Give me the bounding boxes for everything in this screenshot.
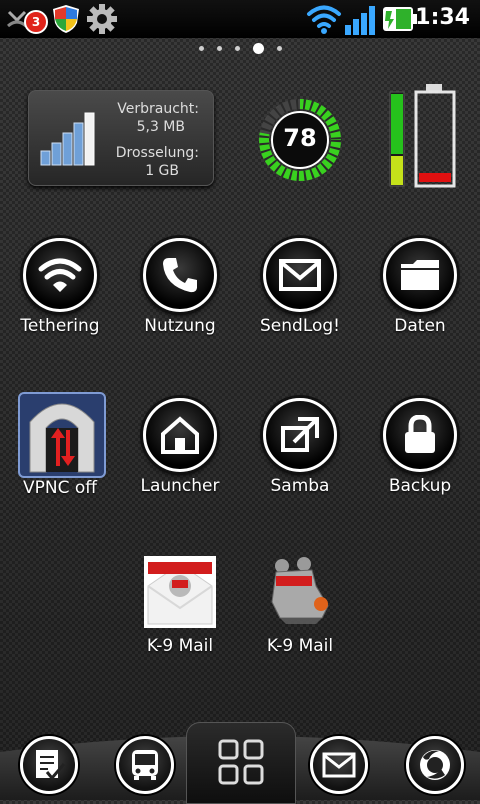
app-nutzung[interactable]: Nutzung	[120, 238, 240, 348]
shield-icon	[50, 3, 82, 39]
home-icon	[143, 398, 217, 472]
status-bar[interactable]: 3 1:34	[0, 0, 480, 38]
wifi-icon	[23, 238, 97, 312]
lock-icon	[383, 398, 457, 472]
wifi-icon	[306, 4, 342, 38]
app-label: K-9 Mail	[266, 636, 334, 656]
firefox-icon	[420, 750, 450, 780]
page-dot-active	[252, 42, 264, 54]
app-label: Nutzung	[144, 316, 216, 336]
data-usage-widget[interactable]: Verbraucht: 5,3 MB Drosselung: 1 GB	[28, 90, 214, 186]
app-vpnc[interactable]: VPNC off	[0, 392, 120, 502]
mail-icon	[322, 752, 356, 778]
page-indicator[interactable]	[0, 40, 480, 56]
app-daten[interactable]: Daten	[360, 238, 480, 348]
battery-bar-widget[interactable]	[388, 84, 464, 188]
app-k9-mail-2[interactable]: K-9 Mail	[240, 554, 360, 664]
external-window-icon	[263, 398, 337, 472]
app-sendlog[interactable]: SendLog!	[240, 238, 360, 348]
mail-icon	[263, 238, 337, 312]
clock: 1:34	[415, 5, 470, 30]
k9-mail-envelope-icon	[144, 556, 216, 628]
page-dot	[234, 45, 240, 51]
app-drawer-button[interactable]	[186, 722, 296, 804]
app-label: Backup	[388, 476, 452, 496]
used-label: Verbraucht:	[117, 101, 199, 117]
app-backup[interactable]: Backup	[360, 392, 480, 502]
app-label: SendLog!	[260, 316, 340, 336]
used-value: 5,3 MB	[136, 119, 185, 135]
dock-mail-button[interactable]	[310, 736, 368, 794]
page-dot	[276, 45, 282, 51]
app-label: VPNC off	[23, 478, 97, 498]
dock-firefox-button[interactable]	[406, 736, 464, 794]
app-launcher[interactable]: Launcher	[120, 392, 240, 502]
notification-count-badge: 3	[24, 10, 48, 34]
bar-chart-icon	[39, 111, 97, 171]
page-dot	[198, 45, 204, 51]
battery-icon	[382, 5, 418, 37]
dock-checklist-button[interactable]	[20, 736, 78, 794]
phone-icon	[143, 238, 217, 312]
gauge-value: 78	[283, 124, 317, 152]
app-tethering[interactable]: Tethering	[0, 238, 120, 348]
signal-icon	[344, 5, 378, 39]
app-samba[interactable]: Samba	[240, 392, 360, 502]
throttle-value: 1 GB	[145, 163, 179, 179]
page-dot	[216, 45, 222, 51]
app-label: K-9 Mail	[146, 636, 214, 656]
k9-mail-robot-icon	[266, 556, 336, 628]
battery-level-icon	[389, 84, 456, 188]
bus-icon	[132, 750, 158, 780]
app-drawer-icon	[218, 739, 264, 785]
gear-icon	[86, 3, 118, 39]
app-label: Launcher	[140, 476, 220, 496]
battery-gauge-widget[interactable]: 78	[258, 98, 342, 182]
folder-icon	[383, 238, 457, 312]
checklist-icon	[36, 750, 66, 781]
app-label: Samba	[270, 476, 330, 496]
dock-bus-button[interactable]	[116, 736, 174, 794]
app-k9-mail-1[interactable]: K-9 Mail	[120, 554, 240, 664]
throttle-label: Drosselung:	[115, 145, 199, 161]
app-label: Tethering	[20, 316, 100, 336]
app-label: Daten	[394, 316, 446, 336]
vpn-icon	[18, 392, 106, 478]
